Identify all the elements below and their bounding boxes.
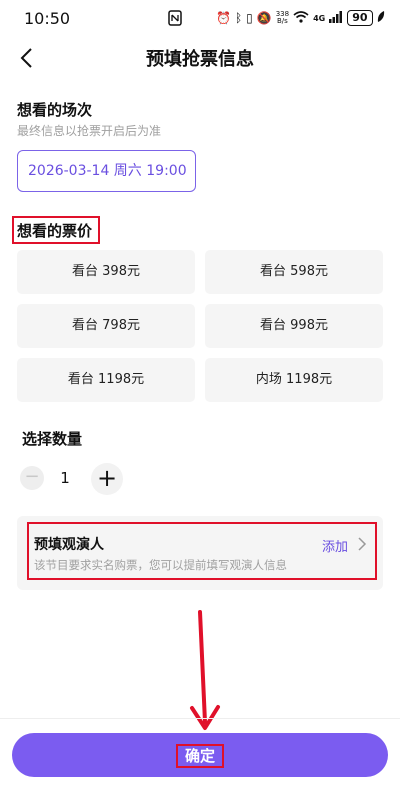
attendee-add-link[interactable]: 添加 xyxy=(322,536,348,555)
mute-icon: 🔕 xyxy=(256,11,272,25)
divider xyxy=(0,718,400,719)
bluetooth-icon: ᛒ xyxy=(234,11,243,25)
status-icons: ⏰ ᛒ ▯ 🔕 338 B/s 4G 90 xyxy=(216,10,385,26)
attendee-subtitle: 该节目要求实名购票，您可以提前填写观演人信息 xyxy=(34,558,287,572)
chevron-right-icon xyxy=(357,537,367,555)
battery-indicator: 90 xyxy=(347,10,373,26)
quantity-value: 1 xyxy=(60,469,70,487)
confirm-button-label: 确定 xyxy=(176,744,224,768)
status-bar: 10:50 ⏰ ᛒ ▯ 🔕 338 B/s 4G 90 xyxy=(0,0,400,36)
price-options-grid: 看台 398元 看台 598元 看台 798元 看台 998元 看台 1198元… xyxy=(17,250,383,402)
price-option[interactable]: 看台 798元 xyxy=(17,304,195,348)
network-speed: 338 B/s xyxy=(276,11,289,25)
wifi-icon xyxy=(293,10,309,26)
session-option-selected[interactable]: 2026-03-14 周六 19:00 xyxy=(17,150,196,192)
signal-type: 4G xyxy=(313,13,326,23)
price-option[interactable]: 看台 1198元 xyxy=(17,358,195,402)
attendee-title: 预填观演人 xyxy=(34,537,104,553)
status-time: 10:50 xyxy=(24,9,71,28)
quantity-increase-button[interactable]: + xyxy=(91,463,123,495)
annotation-arrow xyxy=(186,610,226,734)
page-title: 预填抢票信息 xyxy=(146,49,254,70)
vibrate-icon: ▯ xyxy=(246,11,253,25)
alarm-icon: ⏰ xyxy=(216,11,231,25)
session-title: 想看的场次 xyxy=(17,101,93,119)
price-title: 想看的票价 xyxy=(17,222,93,240)
quantity-decrease-button[interactable]: − xyxy=(20,466,44,490)
session-subtitle: 最终信息以抢票开启后为准 xyxy=(17,124,162,138)
network-speed-unit: B/s xyxy=(277,17,288,25)
price-option[interactable]: 看台 998元 xyxy=(205,304,383,348)
signal-icon xyxy=(329,10,343,26)
price-option[interactable]: 看台 598元 xyxy=(205,250,383,294)
nfc-icon xyxy=(168,10,182,30)
price-option[interactable]: 内场 1198元 xyxy=(205,358,383,402)
quantity-title: 选择数量 xyxy=(22,430,83,448)
price-option[interactable]: 看台 398元 xyxy=(17,250,195,294)
leaf-icon xyxy=(377,10,385,26)
